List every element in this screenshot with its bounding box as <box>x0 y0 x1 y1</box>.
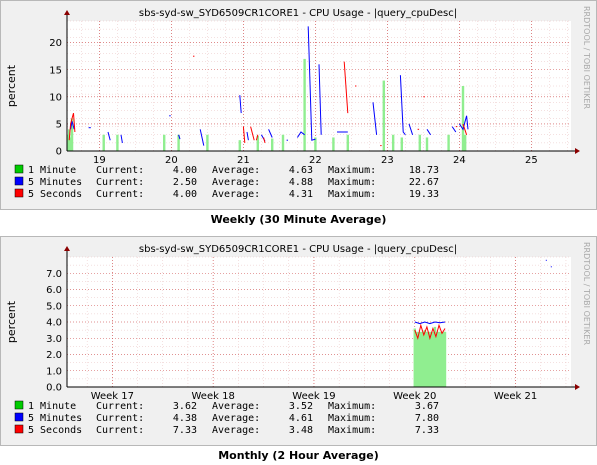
average-label: Average: <box>212 425 260 436</box>
chart-title: sbs-syd-sw_SYD6509CR1CORE1 - CPU Usage -… <box>139 244 457 255</box>
legend-label: 1 Minute <box>28 401 76 412</box>
maximum-label: Maximum: <box>328 413 376 424</box>
area-bar <box>463 134 467 151</box>
area-bar <box>163 134 166 151</box>
weekly-caption: Weekly (30 Minute Average) <box>210 213 387 226</box>
maximum-value: 3.67 <box>415 401 439 412</box>
average-value: 4.63 <box>289 165 313 176</box>
y-tick-label: 4.0 <box>46 318 62 329</box>
y-tick-label: 5 <box>56 119 62 130</box>
average-value: 4.61 <box>289 413 313 424</box>
y-tick-label: 0.0 <box>46 383 62 394</box>
maximum-value: 19.33 <box>409 189 439 200</box>
maximum-value: 22.67 <box>409 177 439 188</box>
y-tick-label: 2.0 <box>46 350 62 361</box>
current-value: 4.00 <box>173 189 197 200</box>
x-tick-label: 25 <box>525 155 538 166</box>
average-label: Average: <box>212 177 260 188</box>
area-bar <box>461 86 465 151</box>
average-label: Average: <box>212 413 260 424</box>
maximum-value: 7.80 <box>415 413 439 424</box>
x-axis-arrow <box>575 384 580 390</box>
watermark: RRDTOOL / TOBI OETIKER <box>582 6 591 109</box>
maximum-label: Maximum: <box>328 425 376 436</box>
y-tick-label: 5.0 <box>46 301 62 312</box>
area-bar <box>206 134 209 151</box>
y-tick-label: 15 <box>49 65 62 76</box>
weekly-graph: sbs-syd-sw_SYD6509CR1CORE1 - CPU Usage -… <box>0 0 597 210</box>
area-bar <box>400 137 403 151</box>
average-value: 4.88 <box>289 177 313 188</box>
current-value: 4.38 <box>173 413 197 424</box>
weekly-chart: sbs-syd-sw_SYD6509CR1CORE1 - CPU Usage -… <box>5 6 591 200</box>
current-label: Current: <box>96 189 144 200</box>
legend-swatch <box>14 400 24 410</box>
maximum-label: Maximum: <box>328 165 376 176</box>
average-value: 3.48 <box>289 425 313 436</box>
x-axis-arrow <box>575 148 580 154</box>
legend-swatch <box>14 164 24 174</box>
maximum-label: Maximum: <box>328 189 376 200</box>
area-bar <box>271 138 274 151</box>
y-tick-label: 0 <box>56 147 62 158</box>
average-label: Average: <box>212 189 260 200</box>
y-tick-label: 10 <box>49 92 62 103</box>
y-tick-label: 7.0 <box>46 269 62 280</box>
y-axis-arrow <box>64 246 70 251</box>
area-bar <box>425 137 429 151</box>
area-bar <box>391 134 395 151</box>
area-bar <box>238 140 241 151</box>
maximum-value: 7.33 <box>415 425 439 436</box>
average-label: Average: <box>212 165 260 176</box>
monthly-caption: Monthly (2 Hour Average) <box>218 449 379 462</box>
legend-swatch <box>14 176 24 186</box>
x-tick-label: 23 <box>381 155 394 166</box>
legend-swatch <box>14 188 24 198</box>
y-tick-label: 20 <box>49 38 62 49</box>
legend-label: 5 Seconds <box>28 189 82 200</box>
legend-label: 1 Minute <box>28 165 76 176</box>
chart-title: sbs-syd-sw_SYD6509CR1CORE1 - CPU Usage -… <box>139 8 457 19</box>
area-bar <box>303 58 306 151</box>
y-tick-label: 3.0 <box>46 334 62 345</box>
current-value: 4.00 <box>173 165 197 176</box>
area-bar <box>332 137 335 151</box>
current-label: Current: <box>96 165 144 176</box>
monthly-graph: sbs-syd-sw_SYD6509CR1CORE1 - CPU Usage -… <box>0 236 597 446</box>
area-bar <box>447 134 450 151</box>
legend-swatch <box>14 412 24 422</box>
legend-label: 5 Minutes <box>28 413 82 424</box>
maximum-value: 18.73 <box>409 165 439 176</box>
area-bar <box>281 134 285 151</box>
x-tick-label: Week 21 <box>494 391 537 402</box>
current-label: Current: <box>96 401 144 412</box>
legend-label: 5 Seconds <box>28 425 82 436</box>
watermark: RRDTOOL / TOBI OETIKER <box>582 242 591 345</box>
y-tick-label: 6.0 <box>46 285 62 296</box>
y-axis-label: percent <box>5 300 18 343</box>
current-value: 2.50 <box>173 177 197 188</box>
legend-swatch <box>14 424 24 434</box>
average-value: 3.52 <box>289 401 313 412</box>
maximum-label: Maximum: <box>328 177 376 188</box>
current-value: 7.33 <box>173 425 197 436</box>
area-bar <box>418 134 421 151</box>
maximum-label: Maximum: <box>328 401 376 412</box>
area-bar <box>102 134 105 151</box>
x-tick-label: 24 <box>453 155 466 166</box>
current-label: Current: <box>96 413 144 424</box>
monthly-chart: sbs-syd-sw_SYD6509CR1CORE1 - CPU Usage -… <box>5 242 591 436</box>
current-label: Current: <box>96 425 144 436</box>
y-axis-label: percent <box>5 64 18 107</box>
current-value: 3.62 <box>173 401 197 412</box>
y-axis-arrow <box>64 10 70 15</box>
average-value: 4.31 <box>289 189 313 200</box>
area-bar <box>116 134 119 151</box>
area-bar <box>346 134 349 151</box>
area-bar <box>382 80 385 151</box>
average-label: Average: <box>212 401 260 412</box>
y-tick-label: 1.0 <box>46 366 62 377</box>
legend-label: 5 Minutes <box>28 177 82 188</box>
current-label: Current: <box>96 177 144 188</box>
